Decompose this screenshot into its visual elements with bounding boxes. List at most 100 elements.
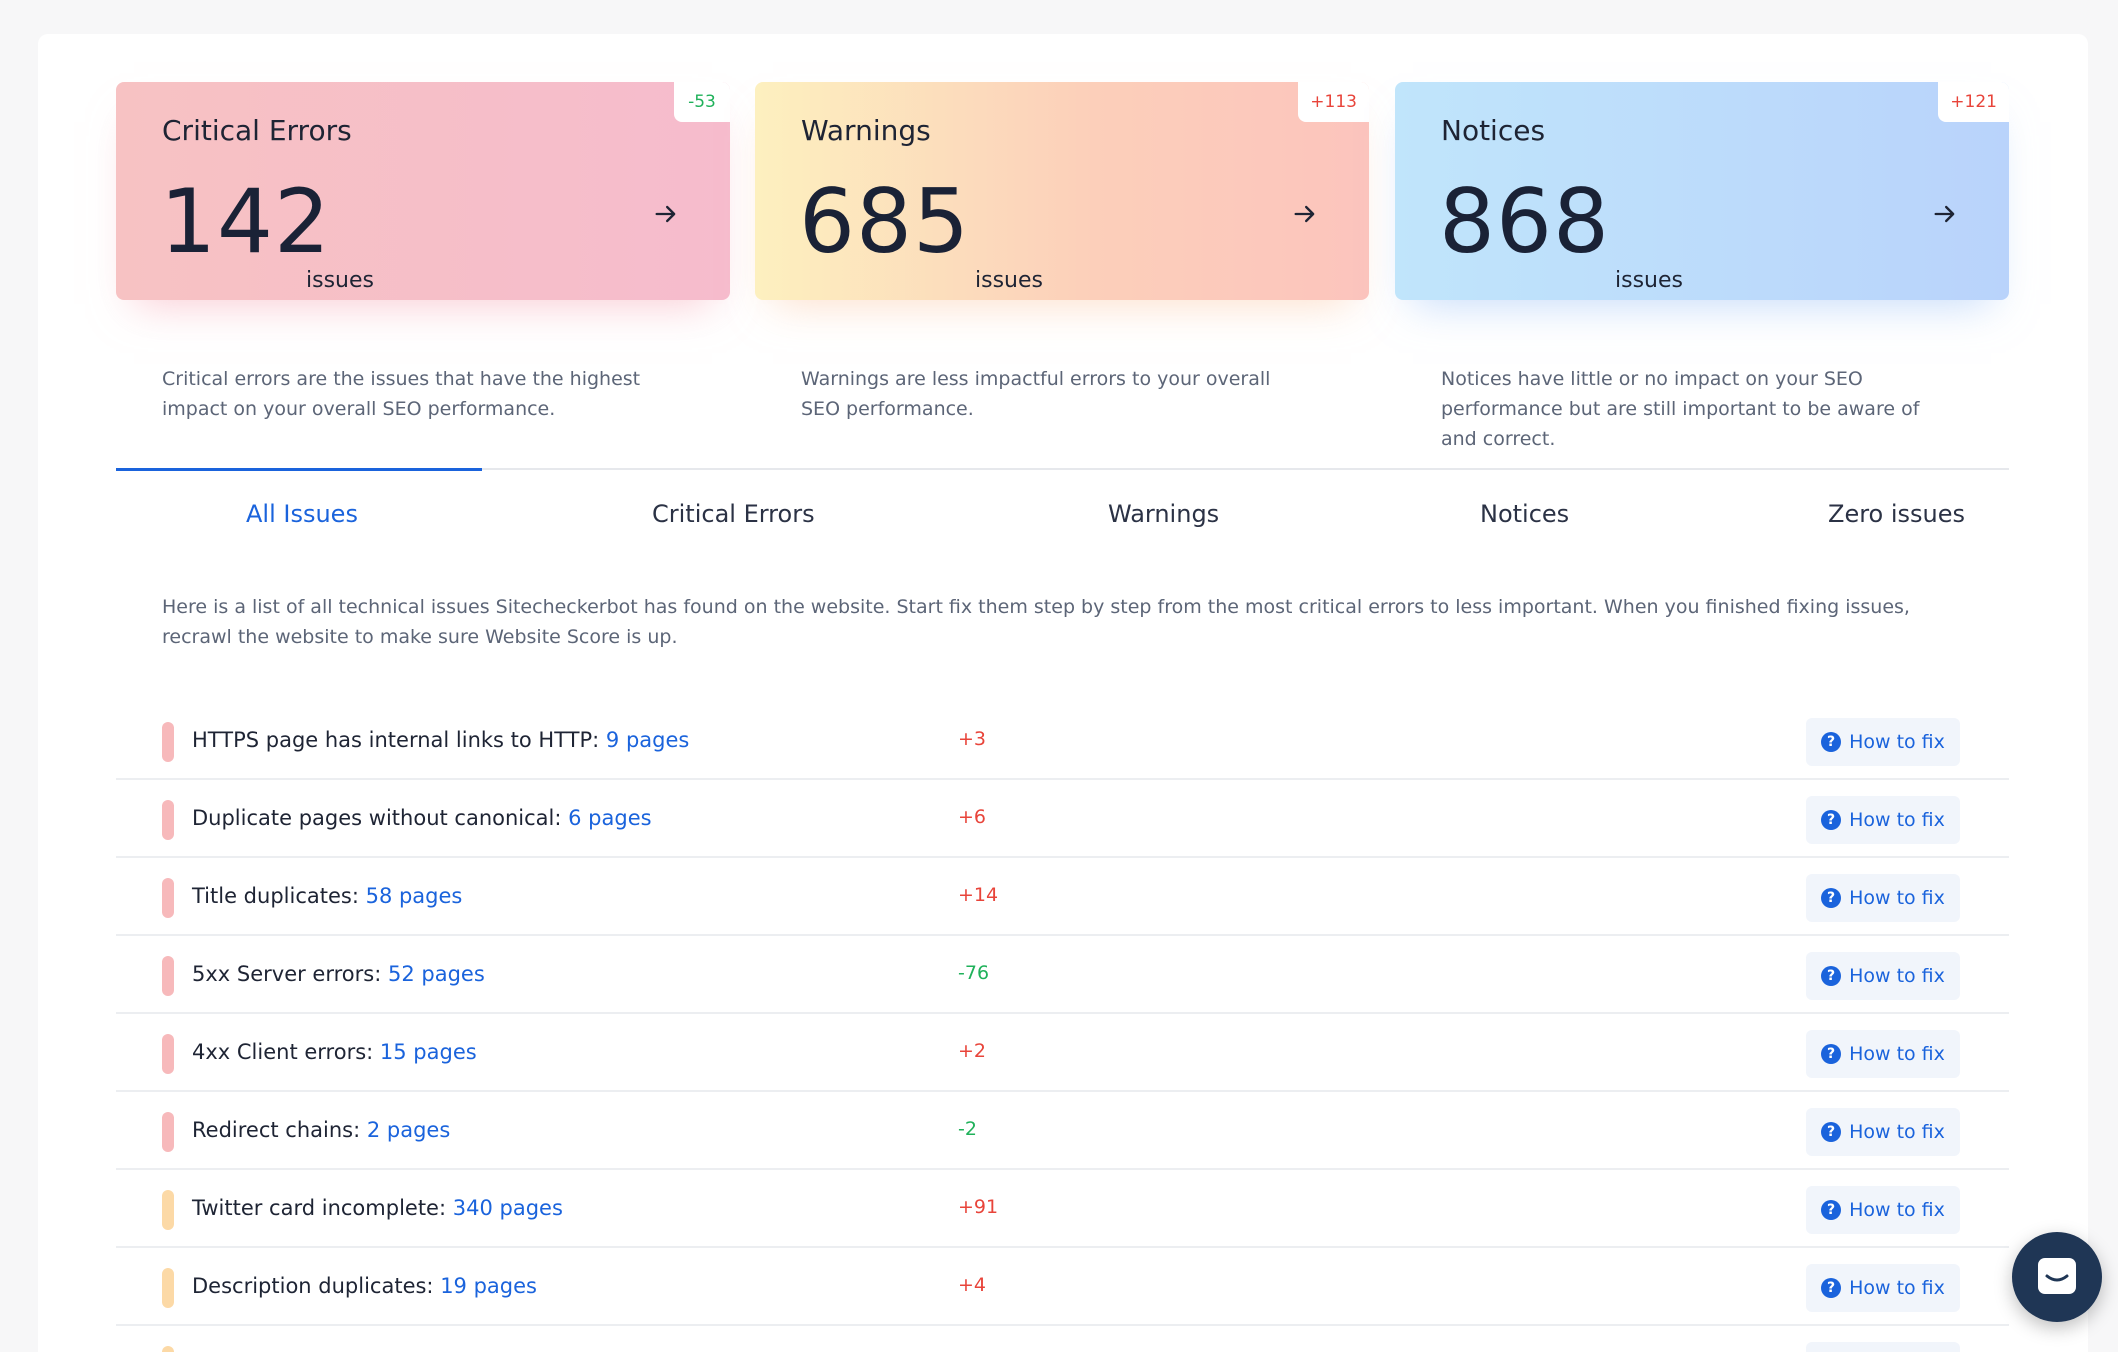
issue-delta: +2 xyxy=(958,1040,987,1062)
how-to-fix-label: How to fix xyxy=(1849,731,1945,753)
tab-zero-issues[interactable]: Zero issues xyxy=(1828,500,1965,528)
issue-row: Twitter card incomplete: 340 pages +91? Ho… xyxy=(116,1170,2009,1248)
question-icon: ? xyxy=(1821,732,1842,752)
how-to-fix-button[interactable]: ?How to fix xyxy=(1806,1342,1960,1352)
issue-row: HTTPS page has internal links to HTTP: 9… xyxy=(116,702,2009,780)
issue-delta: +6 xyxy=(958,806,987,828)
question-icon: ? xyxy=(1821,1122,1842,1142)
issue-text: 4xx Client errors: 15 pages xyxy=(192,1040,477,1064)
issue-pages-link[interactable]: 15 pages xyxy=(380,1040,477,1064)
question-icon: ? xyxy=(1821,1044,1842,1064)
card-description: Critical errors are the issues that have… xyxy=(162,368,641,420)
severity-marker xyxy=(162,1346,174,1352)
issue-list: HTTPS page has internal links to HTTP: 9… xyxy=(116,702,2009,1352)
how-to-fix-button[interactable]: ? How to fix xyxy=(1806,796,1960,844)
how-to-fix-label: How to fix xyxy=(1849,887,1945,909)
how-to-fix-label: How to fix xyxy=(1849,809,1945,831)
issue-row: 4xx Client errors: 15 pages +2? How to fix xyxy=(116,1014,2009,1092)
how-to-fix-label: How to fix xyxy=(1849,965,1945,987)
card-description: Warnings are less impactful errors to yo… xyxy=(801,368,1271,420)
issue-text: HTTPS page has internal links to HTTP: 9… xyxy=(192,728,689,752)
issue-delta: +3 xyxy=(958,728,987,750)
issue-pages-link[interactable]: 9 pages xyxy=(606,728,689,752)
chat-launcher-button[interactable] xyxy=(2012,1232,2102,1322)
issue-pages-link[interactable]: 340 pages xyxy=(453,1196,563,1220)
arrow-right-icon[interactable] xyxy=(1291,200,1319,228)
how-to-fix-button[interactable]: ? How to fix xyxy=(1806,1030,1960,1078)
issue-delta: +91 xyxy=(958,1196,999,1218)
question-icon: ? xyxy=(1821,888,1842,908)
card-count: 685 xyxy=(799,170,970,273)
card-critical-errors[interactable]: Critical Errors 142 issues -53 xyxy=(116,82,730,300)
how-to-fix-label: How to fix xyxy=(1849,1043,1945,1065)
how-to-fix-button[interactable]: ? How to fix xyxy=(1806,874,1960,922)
tab-notices[interactable]: Notices xyxy=(1480,500,1569,528)
question-icon: ? xyxy=(1821,810,1842,830)
issue-label: HTTPS page has internal links to HTTP: xyxy=(192,728,606,752)
card-unit: issues xyxy=(1615,268,1683,293)
severity-marker xyxy=(162,1112,174,1152)
card-notices[interactable]: Notices 868 issues +121 xyxy=(1395,82,2009,300)
severity-marker xyxy=(162,1190,174,1230)
issue-row: Duplicate pages without canonical: 6 pag… xyxy=(116,780,2009,858)
active-tab-indicator xyxy=(116,468,482,471)
issue-text: 5xx Server errors: 52 pages xyxy=(192,962,485,986)
arrow-right-icon[interactable] xyxy=(1931,200,1959,228)
severity-marker xyxy=(162,1268,174,1308)
card-unit: issues xyxy=(975,268,1043,293)
issue-label: Description duplicates: xyxy=(192,1274,441,1298)
issue-text: Twitter card incomplete: 340 pages xyxy=(192,1196,563,1220)
issues-panel: Critical Errors 142 issues -53 Warnings … xyxy=(38,34,2088,1352)
tab-all-issues[interactable]: All Issues xyxy=(246,500,358,528)
issue-label: 4xx Client errors: xyxy=(192,1040,380,1064)
issue-delta: +4 xyxy=(958,1274,987,1296)
card-title: Notices xyxy=(1441,114,1546,147)
issue-text: Title duplicates: 58 pages xyxy=(192,884,462,908)
issue-label: Twitter card incomplete: xyxy=(192,1196,453,1220)
arrow-right-icon[interactable] xyxy=(652,200,680,228)
issue-row: Redirect chains: 2 pages -2? How to fix xyxy=(116,1092,2009,1170)
card-count: 142 xyxy=(160,170,331,273)
question-icon: ? xyxy=(1821,1200,1842,1220)
issue-label: Redirect chains: xyxy=(192,1118,367,1142)
how-to-fix-label: How to fix xyxy=(1849,1121,1945,1143)
how-to-fix-button[interactable]: ? How to fix xyxy=(1806,1108,1960,1156)
card-delta-badge: +113 xyxy=(1298,82,1369,122)
issue-row: 5xx Server errors: 52 pages -76? How to fi… xyxy=(116,936,2009,1014)
tab-critical-errors[interactable]: Critical Errors xyxy=(652,500,815,528)
issue-row: Title duplicates: 58 pages +14? How to fix xyxy=(116,858,2009,936)
issue-label: 5xx Server errors: xyxy=(192,962,388,986)
issue-tabs: All Issues Critical Errors Warnings Noti… xyxy=(116,468,2009,556)
severity-marker xyxy=(162,878,174,918)
how-to-fix-button[interactable]: ? How to fix xyxy=(1806,718,1960,766)
issue-pages-link[interactable]: 19 pages xyxy=(440,1274,537,1298)
how-to-fix-button[interactable]: ? How to fix xyxy=(1806,1186,1960,1234)
issue-label: Duplicate pages without canonical: xyxy=(192,806,569,830)
card-warnings[interactable]: Warnings 685 issues +113 xyxy=(755,82,1369,300)
issues-intro-text: Here is a list of all technical issues S… xyxy=(162,596,1910,648)
card-delta-badge: -53 xyxy=(674,82,730,122)
tab-warnings[interactable]: Warnings xyxy=(1108,500,1219,528)
issue-delta: -76 xyxy=(958,962,990,984)
how-to-fix-button[interactable]: ? How to fix xyxy=(1806,1264,1960,1312)
issue-delta: -2 xyxy=(958,1118,977,1140)
issue-row: Description duplicates: 19 pages +4? How t… xyxy=(116,1248,2009,1326)
issue-pages-link[interactable]: 52 pages xyxy=(388,962,485,986)
how-to-fix-label: How to fix xyxy=(1849,1199,1945,1221)
issue-pages-link[interactable]: 2 pages xyxy=(367,1118,450,1142)
card-delta-badge: +121 xyxy=(1938,82,2009,122)
how-to-fix-label: How to fix xyxy=(1849,1277,1945,1299)
issue-text: Duplicate pages without canonical: 6 pag… xyxy=(192,806,652,830)
severity-marker xyxy=(162,722,174,762)
severity-marker xyxy=(162,1034,174,1074)
chat-bubble-icon xyxy=(2038,1258,2076,1294)
how-to-fix-button[interactable]: ? How to fix xyxy=(1806,952,1960,1000)
card-description: Notices have little or no impact on your… xyxy=(1441,368,1920,450)
severity-marker xyxy=(162,800,174,840)
issue-pages-link[interactable]: 6 pages xyxy=(568,806,651,830)
question-icon: ? xyxy=(1821,966,1842,986)
question-icon: ? xyxy=(1821,1278,1842,1298)
issue-row: Description is missing: 91 pages-2?How t… xyxy=(116,1326,2009,1352)
summary-cards: Critical Errors 142 issues -53 Warnings … xyxy=(116,82,2009,450)
issue-pages-link[interactable]: 58 pages xyxy=(366,884,463,908)
